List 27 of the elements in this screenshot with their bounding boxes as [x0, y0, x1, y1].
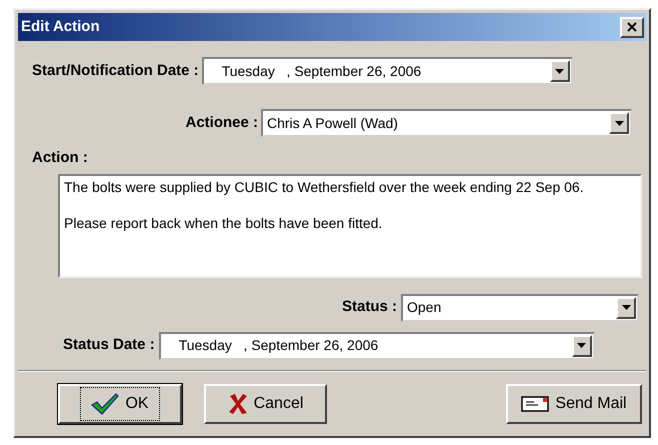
dropdown-button[interactable]	[609, 112, 629, 134]
field-label: Status :	[342, 297, 397, 318]
date-picker[interactable]: Tuesday , September 26, 2006	[158, 332, 595, 360]
dropdown-button[interactable]	[616, 296, 636, 318]
caret-icon	[555, 68, 564, 74]
action-text-area[interactable]: The bolts were supplied by CUBIC to Wethersfield over the week ending 22 Sep 06. Please report back when the bolts have been fitted.	[58, 174, 642, 278]
date-picker[interactable]: Tuesday , September 26, 2006	[202, 57, 573, 85]
cancel-button[interactable]: Cancel	[204, 384, 327, 424]
caret-icon	[577, 343, 586, 348]
ok-button[interactable]: OK	[58, 384, 182, 424]
dropdown-button[interactable]	[550, 60, 570, 82]
close-button[interactable]	[620, 16, 644, 38]
field-label: Actionee :	[184, 112, 258, 133]
caret-icon	[622, 305, 630, 310]
close-icon	[627, 22, 637, 32]
send-mail-button[interactable]: Send Mail	[506, 384, 642, 424]
x-mark-icon	[228, 392, 248, 414]
caret-icon	[614, 120, 624, 126]
dropdown-button[interactable]	[572, 334, 592, 356]
field-label: Action :	[32, 148, 88, 168]
actionee-dropdown[interactable]: Chris A Powell (Wad)	[261, 109, 632, 137]
field-label: Start/Notification Date :	[32, 60, 199, 81]
field-label: Status Date :	[63, 335, 155, 356]
status-dropdown[interactable]: Open	[401, 294, 639, 322]
checkmark-icon	[91, 392, 120, 414]
envelope-icon	[521, 396, 550, 412]
window-title: Edit Action	[21, 16, 100, 37]
